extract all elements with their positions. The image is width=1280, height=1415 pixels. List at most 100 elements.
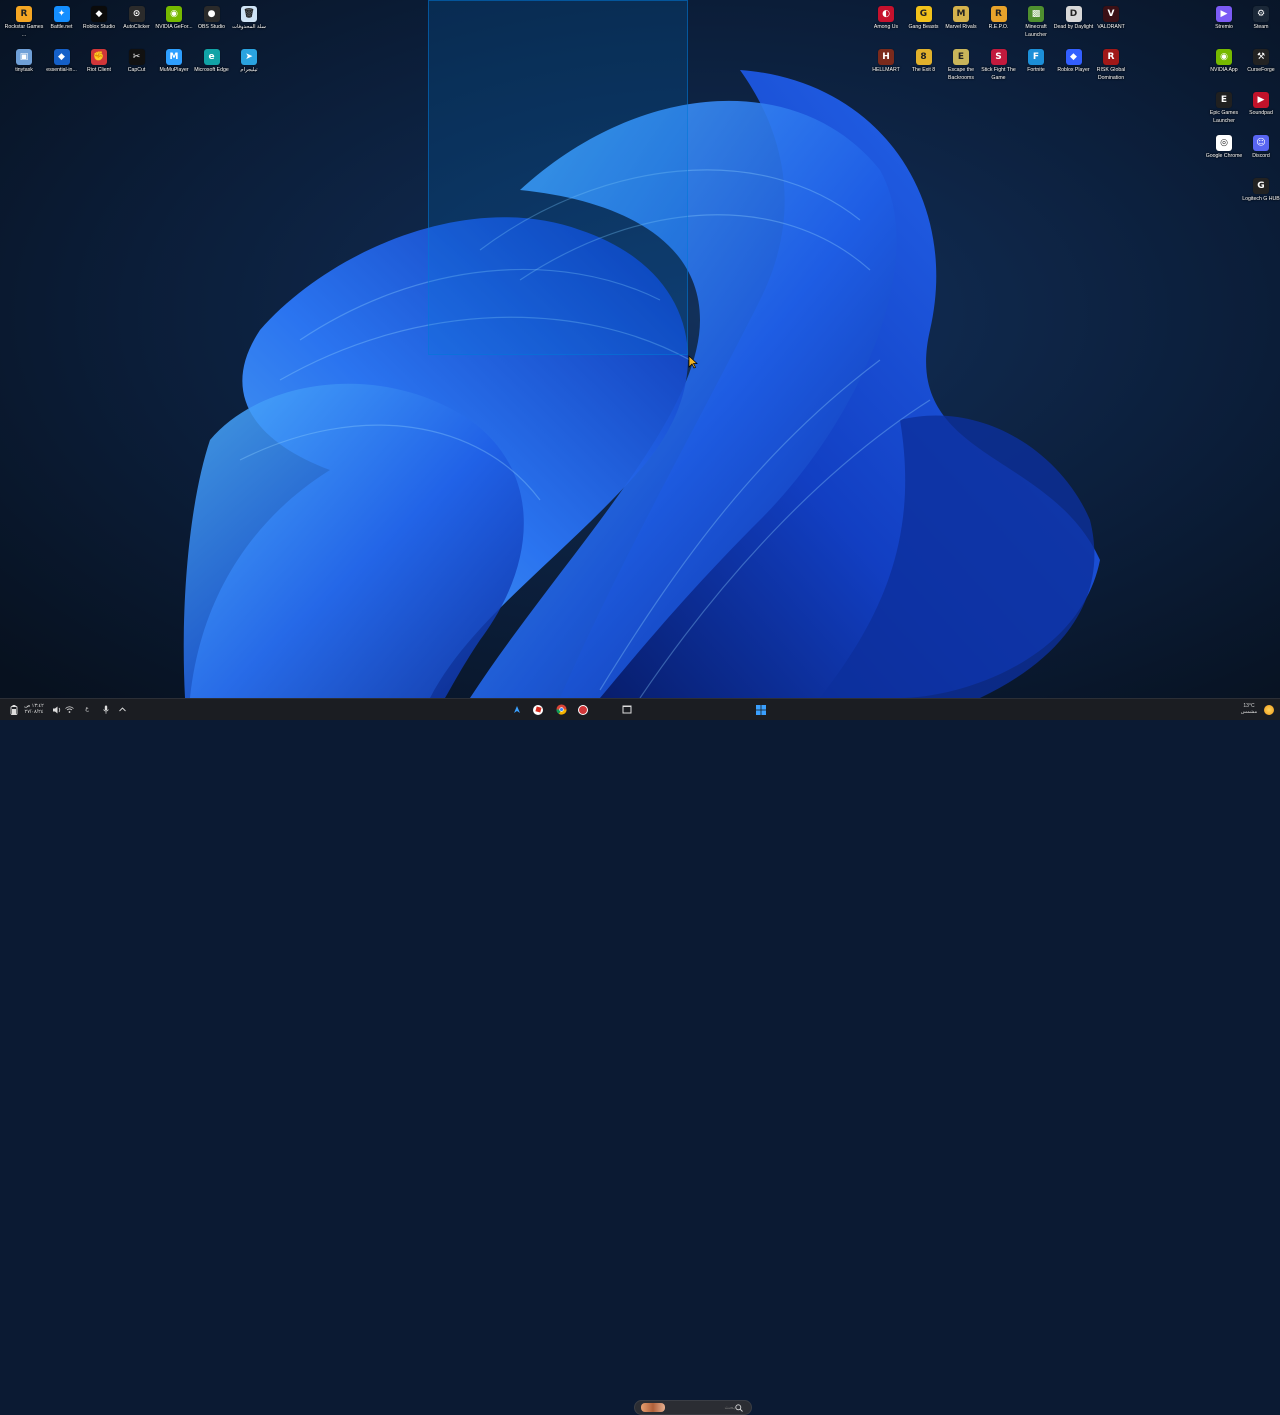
desktop-shortcut-label: Fortnite bbox=[1027, 67, 1045, 73]
desktop-shortcut[interactable]: R Rockstar Games ... bbox=[5, 2, 43, 42]
desktop-shortcut[interactable]: ▶ Soundpad bbox=[1242, 88, 1280, 128]
desktop-shortcut-label: Discord bbox=[1252, 153, 1270, 159]
search-icon bbox=[735, 1404, 743, 1412]
exit8-icon: 8 bbox=[915, 49, 932, 65]
desktop-shortcut-label: tinytask bbox=[15, 67, 33, 73]
taskbar-app-pin-icon[interactable] bbox=[510, 702, 524, 717]
desktop-shortcut[interactable]: G Gang Beasts bbox=[905, 2, 943, 42]
weather-description[interactable]: مشمس bbox=[1238, 709, 1260, 715]
desktop-shortcut-label: RISK Global Domination bbox=[1096, 67, 1126, 81]
desktop-shortcut-label: AutoClicker bbox=[123, 24, 150, 30]
desktop-shortcut[interactable]: H HELLMART bbox=[867, 45, 905, 85]
desktop-shortcut-label: MuMuPlayer bbox=[159, 67, 189, 73]
desktop-shortcut[interactable]: e Microsoft Edge bbox=[193, 45, 231, 85]
weather-sun-icon[interactable] bbox=[1262, 702, 1276, 717]
desktop-shortcut-label: HELLMART bbox=[872, 67, 900, 73]
clock-date[interactable]: ٢٧/٠٨/٢٤ bbox=[20, 709, 48, 715]
show-hidden-icons-chevron-up-icon[interactable] bbox=[117, 702, 127, 717]
desktop-shortcut[interactable]: ⚙ Steam bbox=[1242, 2, 1280, 42]
desktop-shortcut-label: Battle.net bbox=[50, 24, 73, 30]
desktop-shortcut[interactable]: M Marvel Rivals bbox=[942, 2, 980, 42]
start-button-windows-icon[interactable] bbox=[754, 702, 768, 717]
desktop-shortcut[interactable]: ◐ Among Us bbox=[867, 2, 905, 42]
desktop-shortcut-label: Gang Beasts bbox=[908, 24, 939, 30]
desktop-shortcut[interactable]: ☺ Discord bbox=[1242, 131, 1280, 171]
search-input[interactable] bbox=[665, 1402, 735, 1413]
nvidia-app-icon: ◉ bbox=[1216, 49, 1232, 65]
desktop-shortcut-label: سلة المحذوفات bbox=[232, 24, 266, 30]
recycle-bin-icon: 🗑 bbox=[241, 6, 257, 22]
language-indicator[interactable]: ع bbox=[82, 706, 92, 712]
riot-client-icon: ✊ bbox=[91, 49, 107, 65]
desktop-shortcut[interactable]: ◉ NVIDIA App bbox=[1205, 45, 1243, 85]
taskbar: ١٣:٤٢ ص ٢٧/٠٨/٢٤ ع 13°C مشمس bbox=[0, 698, 1280, 1415]
roblox-studio-icon: ◆ bbox=[91, 6, 107, 22]
steam-icon: ⚙ bbox=[1253, 6, 1269, 22]
taskbar-task-view-icon[interactable] bbox=[620, 702, 634, 717]
desktop-shortcut[interactable]: G Logitech G HUB bbox=[1242, 174, 1280, 214]
chrome-icon: ◎ bbox=[1216, 135, 1232, 151]
desktop-shortcut-label: CurseForge bbox=[1247, 67, 1275, 73]
volume-icon[interactable] bbox=[52, 702, 62, 717]
desktop-shortcut[interactable]: ▩ Minecraft Launcher bbox=[1017, 2, 1055, 42]
desktop-shortcut[interactable]: ✂ CapCut bbox=[118, 45, 156, 85]
desktop-shortcut-label: essential-in... bbox=[46, 67, 77, 73]
desktop-shortcut[interactable]: V VALORANT bbox=[1092, 2, 1130, 42]
desktop-shortcut[interactable]: 8 The Exit 8 bbox=[905, 45, 943, 85]
desktop-shortcut-label: تيليجرام bbox=[240, 67, 258, 73]
desktop-shortcut[interactable]: ✊ Riot Client bbox=[80, 45, 118, 85]
taskbar-app-riot-icon[interactable] bbox=[576, 702, 590, 717]
taskbar-app-roblox-icon[interactable] bbox=[531, 702, 545, 717]
desktop-shortcut-label: Dead by Daylight bbox=[1053, 24, 1094, 30]
desktop-shortcut[interactable]: M MuMuPlayer bbox=[155, 45, 193, 85]
desktop-shortcut[interactable]: 🗑 سلة المحذوفات bbox=[230, 2, 268, 42]
desktop-shortcut-label: Stick Fight The Game bbox=[981, 67, 1016, 81]
desktop-shortcut[interactable]: R R.E.P.O. bbox=[980, 2, 1018, 42]
desktop-shortcut-label: VALORANT bbox=[1097, 24, 1125, 30]
drag-selection-rectangle bbox=[428, 0, 688, 355]
taskbar-app-chrome-icon[interactable] bbox=[554, 702, 568, 717]
rockstar-icon: R bbox=[16, 6, 32, 22]
marvel-rivals-icon: M bbox=[953, 6, 969, 22]
desktop-shortcut[interactable]: E Epic Games Launcher bbox=[1205, 88, 1243, 128]
desktop-shortcut-label: OBS Studio bbox=[197, 24, 226, 30]
microphone-icon[interactable] bbox=[101, 702, 111, 717]
desktop-shortcut[interactable]: ▣ tinytask bbox=[5, 45, 43, 85]
desktop-shortcut-label: Epic Games Launcher bbox=[1209, 110, 1239, 124]
edge-icon: e bbox=[203, 49, 220, 65]
desktop-shortcut-label: Roblox Studio bbox=[82, 24, 116, 30]
epic-games-icon: E bbox=[1216, 92, 1232, 108]
risk-icon: R bbox=[1103, 49, 1119, 65]
desktop-shortcut-label: The Exit 8 bbox=[911, 67, 936, 73]
stick-fight-icon: S bbox=[990, 49, 1007, 65]
soundpad-icon: ▶ bbox=[1253, 92, 1269, 108]
desktop-shortcut[interactable]: ◆ Roblox Studio bbox=[80, 2, 118, 42]
desktop-shortcut[interactable]: ◆ Roblox Player bbox=[1055, 45, 1093, 85]
fortnite-icon: F bbox=[1028, 49, 1044, 65]
valorant-icon: V bbox=[1103, 6, 1119, 22]
desktop-shortcut-label: R.E.P.O. bbox=[988, 24, 1009, 30]
desktop-shortcut[interactable]: ➤ تيليجرام bbox=[230, 45, 268, 85]
desktop-shortcut[interactable]: ● OBS Studio bbox=[193, 2, 231, 42]
desktop-shortcut[interactable]: R RISK Global Domination bbox=[1092, 45, 1130, 85]
desktop-shortcut[interactable]: F Fortnite bbox=[1017, 45, 1055, 85]
taskbar-search-box[interactable] bbox=[634, 1400, 752, 1415]
desktop-shortcut[interactable]: ⚒ CurseForge bbox=[1242, 45, 1280, 85]
desktop-shortcut[interactable]: S Stick Fight The Game bbox=[980, 45, 1018, 85]
desktop-shortcut[interactable]: ▶ Stremio bbox=[1205, 2, 1243, 42]
battery-icon[interactable] bbox=[9, 702, 19, 717]
dead-by-daylight-icon: D bbox=[1065, 6, 1082, 22]
desktop-shortcut[interactable]: D Dead by Daylight bbox=[1053, 2, 1094, 42]
desktop-shortcut[interactable]: ✦ Battle.net bbox=[43, 2, 81, 42]
desktop-shortcut[interactable]: ◎ Google Chrome bbox=[1205, 131, 1243, 171]
obs-icon: ● bbox=[203, 6, 220, 22]
desktop-shortcut[interactable]: E Escape the Backrooms bbox=[942, 45, 980, 85]
desktop-shortcut[interactable]: ◆ essential-in... bbox=[43, 45, 81, 85]
desktop-shortcut-label: Google Chrome bbox=[1205, 153, 1243, 159]
desktop-shortcut[interactable]: ◉ NVIDIA GeFor... bbox=[155, 2, 193, 42]
desktop-shortcut[interactable]: ⊙ AutoClicker bbox=[118, 2, 156, 42]
telegram-icon: ➤ bbox=[241, 49, 257, 65]
essential-icon: ◆ bbox=[53, 49, 70, 65]
wifi-icon[interactable] bbox=[64, 702, 74, 717]
escape-backrooms-icon: E bbox=[953, 49, 969, 65]
